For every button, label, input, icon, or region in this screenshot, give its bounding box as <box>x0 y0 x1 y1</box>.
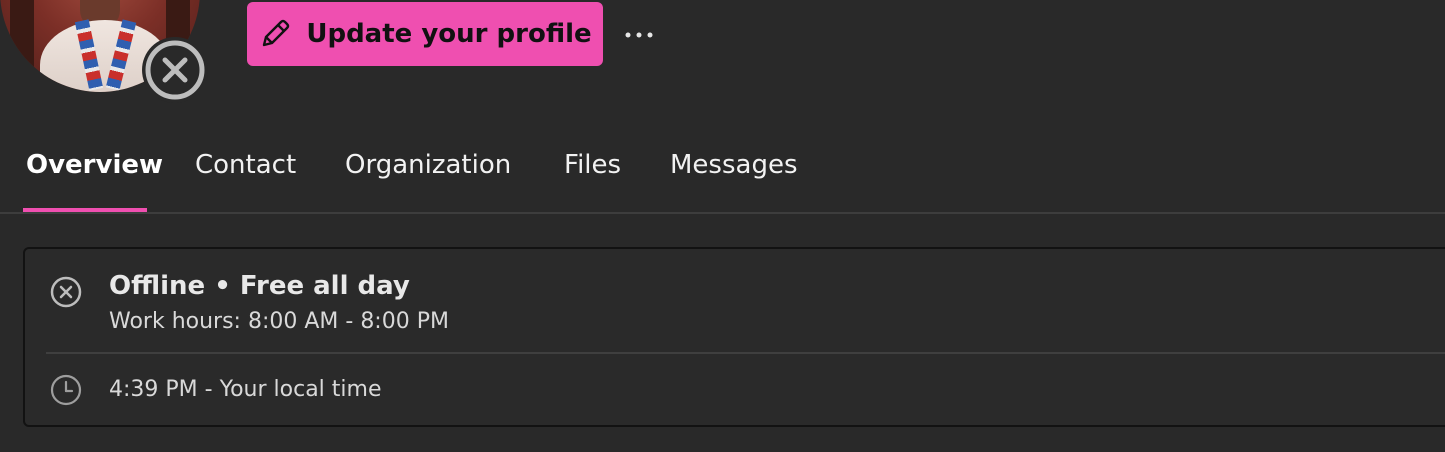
active-tab-indicator <box>23 208 147 212</box>
card-divider <box>46 352 1445 354</box>
profile-page: Update your profile Overview Contact Org… <box>0 0 1445 452</box>
work-hours: Work hours: 8:00 AM - 8:00 PM <box>109 309 449 334</box>
tab-overview[interactable]: Overview <box>26 150 163 210</box>
status-card: Offline • Free all day Work hours: 8:00 … <box>23 247 1445 427</box>
more-options-button[interactable] <box>618 14 660 56</box>
profile-tabs: Overview Contact Organization Files Mess… <box>0 140 1445 214</box>
tab-contact[interactable]: Contact <box>195 150 296 210</box>
pencil-icon <box>263 19 290 47</box>
update-profile-label: Update your profile <box>306 19 592 49</box>
clock-icon <box>50 374 82 406</box>
avatar-hair-left <box>10 0 34 80</box>
tab-organization[interactable]: Organization <box>345 150 511 210</box>
update-profile-button[interactable]: Update your profile <box>247 2 603 66</box>
offline-x-icon <box>50 276 82 308</box>
offline-x-icon <box>145 40 205 100</box>
tab-messages[interactable]: Messages <box>670 150 798 210</box>
more-horizontal-icon <box>625 32 653 38</box>
status-title: Offline • Free all day <box>109 271 410 301</box>
local-time: 4:39 PM - Your local time <box>109 377 382 402</box>
presence-badge <box>142 37 208 103</box>
tab-files[interactable]: Files <box>564 150 621 210</box>
